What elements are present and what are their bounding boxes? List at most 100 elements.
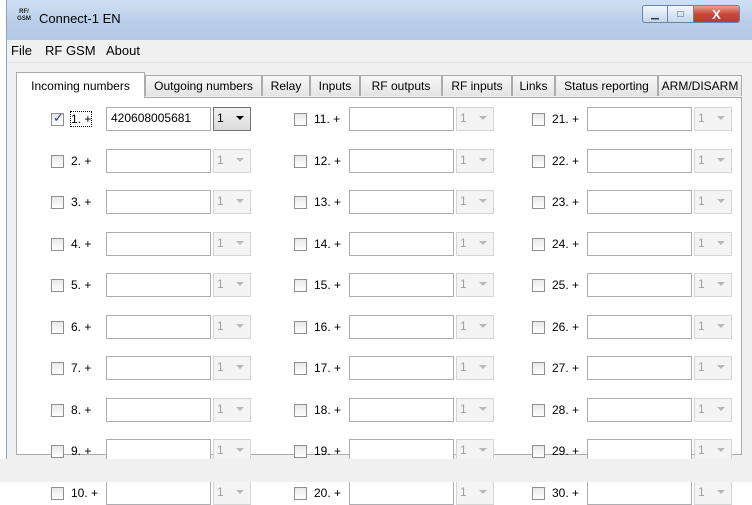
enable-checkbox[interactable] (294, 321, 307, 334)
option-dropdown[interactable]: 1 (694, 398, 732, 422)
phone-number-field[interactable] (349, 107, 454, 131)
menu-rf-gsm[interactable]: RF GSM (45, 43, 96, 58)
enable-checkbox[interactable] (51, 445, 64, 458)
option-dropdown[interactable]: 1 (213, 190, 251, 214)
phone-number-field[interactable] (349, 481, 454, 505)
phone-number-field[interactable] (349, 356, 454, 380)
option-dropdown[interactable]: 1 (694, 232, 732, 256)
phone-number-field[interactable] (106, 356, 211, 380)
phone-number-field[interactable] (587, 107, 692, 131)
option-dropdown[interactable]: 1 (456, 232, 494, 256)
phone-number-field[interactable]: 420608005681 (106, 107, 211, 131)
option-dropdown[interactable]: 1 (213, 315, 251, 339)
enable-checkbox[interactable] (51, 362, 64, 375)
phone-number-field[interactable] (587, 149, 692, 173)
enable-checkbox[interactable] (294, 238, 307, 251)
enable-checkbox[interactable] (532, 445, 545, 458)
tab-rf-outputs[interactable]: RF outputs (360, 75, 442, 96)
option-dropdown[interactable]: 1 (694, 107, 732, 131)
enable-checkbox[interactable] (51, 279, 64, 292)
title-bar[interactable]: RF/ GSM Connect-1 EN ▁ □ X (7, 0, 752, 40)
option-dropdown[interactable]: 1 (456, 398, 494, 422)
phone-number-field[interactable] (587, 315, 692, 339)
option-dropdown[interactable]: 1 (213, 356, 251, 380)
tab-status-reporting[interactable]: Status reporting (555, 75, 658, 96)
phone-number-field[interactable] (349, 315, 454, 339)
phone-number-field[interactable] (106, 273, 211, 297)
enable-checkbox[interactable] (532, 362, 545, 375)
tab-relay[interactable]: Relay (262, 75, 310, 96)
close-button[interactable]: X (694, 5, 740, 23)
enable-checkbox[interactable] (51, 111, 64, 126)
enable-checkbox[interactable] (532, 155, 545, 168)
enable-checkbox[interactable] (532, 404, 545, 417)
option-dropdown[interactable]: 1 (694, 273, 732, 297)
phone-number-field[interactable] (106, 481, 211, 505)
option-dropdown[interactable]: 1 (456, 107, 494, 131)
tab-links[interactable]: Links (512, 75, 555, 96)
phone-number-field[interactable] (587, 190, 692, 214)
enable-checkbox[interactable] (532, 487, 545, 500)
phone-number-field[interactable] (587, 356, 692, 380)
tab-rf-inputs[interactable]: RF inputs (442, 75, 512, 96)
enable-checkbox[interactable] (294, 362, 307, 375)
phone-number-field[interactable] (106, 398, 211, 422)
enable-checkbox[interactable] (294, 155, 307, 168)
phone-number-field[interactable] (349, 232, 454, 256)
option-dropdown[interactable]: 1 (694, 315, 732, 339)
enable-checkbox[interactable] (51, 155, 64, 168)
option-dropdown[interactable]: 1 (456, 149, 494, 173)
phone-number-field[interactable] (587, 273, 692, 297)
option-dropdown[interactable]: 1 (694, 356, 732, 380)
enable-checkbox[interactable] (294, 113, 307, 126)
option-dropdown[interactable]: 1 (456, 481, 494, 505)
option-dropdown[interactable]: 1 (213, 398, 251, 422)
option-dropdown[interactable]: 1 (213, 232, 251, 256)
tab-inputs[interactable]: Inputs (310, 75, 360, 96)
enable-checkbox[interactable] (294, 487, 307, 500)
phone-number-field[interactable] (106, 315, 211, 339)
maximize-button[interactable]: □ (668, 5, 694, 23)
option-dropdown[interactable]: 1 (694, 149, 732, 173)
phone-number-field[interactable] (587, 398, 692, 422)
phone-number-field[interactable] (587, 232, 692, 256)
menu-about[interactable]: About (106, 43, 140, 58)
enable-checkbox[interactable] (51, 487, 64, 500)
enable-checkbox[interactable] (532, 196, 545, 209)
phone-number-field[interactable] (106, 149, 211, 173)
phone-number-field[interactable] (349, 149, 454, 173)
phone-number-field[interactable] (349, 273, 454, 297)
option-dropdown[interactable]: 1 (456, 273, 494, 297)
menu-file[interactable]: File (11, 43, 32, 58)
option-dropdown[interactable]: 1 (213, 273, 251, 297)
option-dropdown[interactable]: 1 (456, 356, 494, 380)
enable-checkbox[interactable] (51, 196, 64, 209)
option-dropdown[interactable]: 1 (213, 481, 251, 505)
option-dropdown[interactable]: 1 (456, 315, 494, 339)
enable-checkbox[interactable] (294, 279, 307, 292)
tab-outgoing-numbers[interactable]: Outgoing numbers (145, 75, 262, 96)
phone-number-field[interactable] (349, 190, 454, 214)
enable-checkbox[interactable] (532, 238, 545, 251)
enable-checkbox[interactable] (532, 279, 545, 292)
minimize-button[interactable]: ▁ (642, 5, 668, 23)
phone-number-field[interactable] (106, 190, 211, 214)
enable-checkbox[interactable] (532, 321, 545, 334)
tab-incoming-numbers[interactable]: Incoming numbers (16, 72, 145, 98)
enable-checkbox[interactable] (51, 238, 64, 251)
tab-arm-disarm[interactable]: ARM/DISARM (658, 75, 742, 96)
option-dropdown[interactable]: 1 (213, 107, 251, 131)
enable-checkbox[interactable] (51, 404, 64, 417)
phone-number-field[interactable] (349, 398, 454, 422)
option-dropdown[interactable]: 1 (694, 190, 732, 214)
phone-number-field[interactable] (106, 232, 211, 256)
option-dropdown[interactable]: 1 (694, 481, 732, 505)
enable-checkbox[interactable] (294, 445, 307, 458)
enable-checkbox[interactable] (294, 404, 307, 417)
phone-number-field[interactable] (587, 481, 692, 505)
option-dropdown[interactable]: 1 (456, 190, 494, 214)
enable-checkbox[interactable] (51, 321, 64, 334)
option-dropdown[interactable]: 1 (213, 149, 251, 173)
enable-checkbox[interactable] (294, 196, 307, 209)
enable-checkbox[interactable] (532, 113, 545, 126)
